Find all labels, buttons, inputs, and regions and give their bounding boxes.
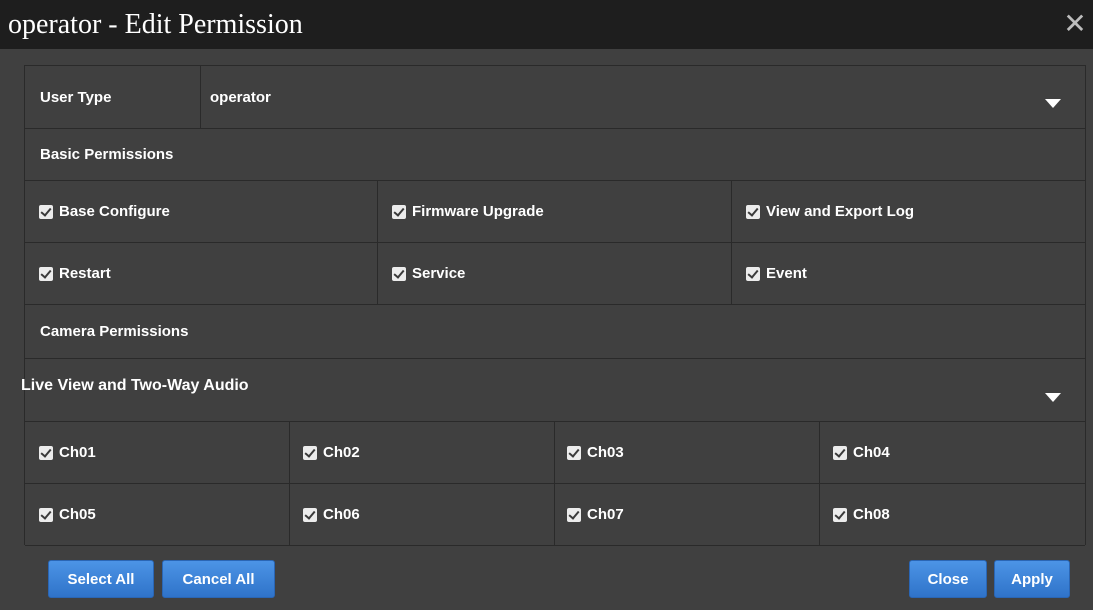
ch08-label: Ch08	[853, 506, 890, 523]
channel-cell: Ch01	[25, 422, 290, 483]
basic-permission-cell: Event	[732, 243, 1085, 304]
service-checkbox[interactable]: Service	[392, 265, 465, 282]
basic-permissions-header-row: Basic Permissions	[25, 129, 1085, 181]
channel-cell: Ch07	[555, 484, 820, 545]
checkbox-checked-icon	[39, 507, 53, 522]
basic-permissions-header: Basic Permissions	[40, 146, 174, 163]
camera-permission-type-value: Live View and Two-Way Audio	[21, 377, 249, 394]
ch02-label: Ch02	[323, 444, 360, 461]
event-checkbox[interactable]: Event	[746, 265, 807, 282]
channel-cell: Ch08	[820, 484, 1085, 545]
checkbox-checked-icon	[833, 445, 847, 460]
basic-permissions-row-2: Restart Service Event	[25, 243, 1085, 305]
channel-cell: Ch06	[290, 484, 555, 545]
basic-permission-cell: Service	[378, 243, 732, 304]
ch06-label: Ch06	[323, 506, 360, 523]
user-type-label: User Type	[25, 66, 201, 128]
view-export-log-label: View and Export Log	[766, 203, 915, 220]
basic-permission-cell: Firmware Upgrade	[378, 181, 732, 242]
event-label: Event	[766, 265, 807, 282]
base-configure-checkbox[interactable]: Base Configure	[39, 203, 170, 220]
restart-checkbox[interactable]: Restart	[39, 265, 111, 282]
cancel-all-button[interactable]: Cancel All	[162, 560, 275, 598]
firmware-upgrade-label: Firmware Upgrade	[412, 203, 544, 220]
checkbox-checked-icon	[833, 507, 847, 522]
ch07-label: Ch07	[587, 506, 624, 523]
view-export-log-checkbox[interactable]: View and Export Log	[746, 203, 914, 220]
dialog-title: operator - Edit Permission	[8, 9, 303, 40]
edit-permission-dialog: operator - Edit Permission ✕ User Type o…	[0, 0, 1093, 610]
channels-row-2: Ch05 Ch06 Ch07 Ch08	[25, 484, 1085, 546]
ch05-checkbox[interactable]: Ch05	[39, 506, 96, 523]
checkbox-checked-icon	[746, 204, 760, 219]
ch04-checkbox[interactable]: Ch04	[833, 444, 890, 461]
ch04-label: Ch04	[853, 444, 890, 461]
basic-permission-cell: View and Export Log	[732, 181, 1085, 242]
ch05-label: Ch05	[59, 506, 96, 523]
ch01-label: Ch01	[59, 444, 96, 461]
permission-panel: User Type operator Basic Permissions Bas…	[21, 65, 1086, 546]
basic-permissions-row-1: Base Configure Firmware Upgrade View and…	[25, 181, 1085, 243]
firmware-upgrade-checkbox[interactable]: Firmware Upgrade	[392, 203, 544, 220]
ch02-checkbox[interactable]: Ch02	[303, 444, 360, 461]
camera-permission-dropdown-icon[interactable]	[1045, 393, 1061, 402]
camera-permission-type-select[interactable]: Live View and Two-Way Audio	[21, 359, 1085, 422]
ch03-label: Ch03	[587, 444, 624, 461]
ch07-checkbox[interactable]: Ch07	[567, 506, 624, 523]
ch06-checkbox[interactable]: Ch06	[303, 506, 360, 523]
camera-permissions-header-row: Camera Permissions	[25, 305, 1085, 359]
basic-permission-cell: Restart	[25, 243, 378, 304]
restart-label: Restart	[59, 265, 111, 282]
checkbox-checked-icon	[746, 266, 760, 281]
ch08-checkbox[interactable]: Ch08	[833, 506, 890, 523]
base-configure-label: Base Configure	[59, 203, 170, 220]
user-type-select[interactable]: operator	[201, 66, 1085, 128]
channel-cell: Ch02	[290, 422, 555, 483]
user-type-row: User Type operator	[25, 66, 1085, 129]
basic-permission-cell: Base Configure	[25, 181, 378, 242]
ch03-checkbox[interactable]: Ch03	[567, 444, 624, 461]
select-all-button[interactable]: Select All	[48, 560, 154, 598]
dialog-titlebar: operator - Edit Permission ✕	[0, 0, 1093, 49]
checkbox-checked-icon	[392, 266, 406, 281]
checkbox-checked-icon	[567, 507, 581, 522]
checkbox-checked-icon	[392, 204, 406, 219]
apply-button[interactable]: Apply	[994, 560, 1070, 598]
channel-cell: Ch04	[820, 422, 1085, 483]
checkbox-checked-icon	[39, 266, 53, 281]
checkbox-checked-icon	[39, 204, 53, 219]
checkbox-checked-icon	[303, 507, 317, 522]
checkbox-checked-icon	[39, 445, 53, 460]
user-type-value: operator	[210, 88, 271, 106]
user-type-dropdown-icon[interactable]	[1045, 99, 1061, 108]
checkbox-checked-icon	[303, 445, 317, 460]
channels-row-1: Ch01 Ch02 Ch03 Ch04	[25, 422, 1085, 484]
camera-permissions-header: Camera Permissions	[40, 323, 189, 340]
channel-cell: Ch05	[25, 484, 290, 545]
ch01-checkbox[interactable]: Ch01	[39, 444, 96, 461]
checkbox-checked-icon	[567, 445, 581, 460]
service-label: Service	[412, 265, 466, 282]
channel-cell: Ch03	[555, 422, 820, 483]
close-icon[interactable]: ✕	[1060, 8, 1090, 40]
close-button[interactable]: Close	[909, 560, 987, 598]
